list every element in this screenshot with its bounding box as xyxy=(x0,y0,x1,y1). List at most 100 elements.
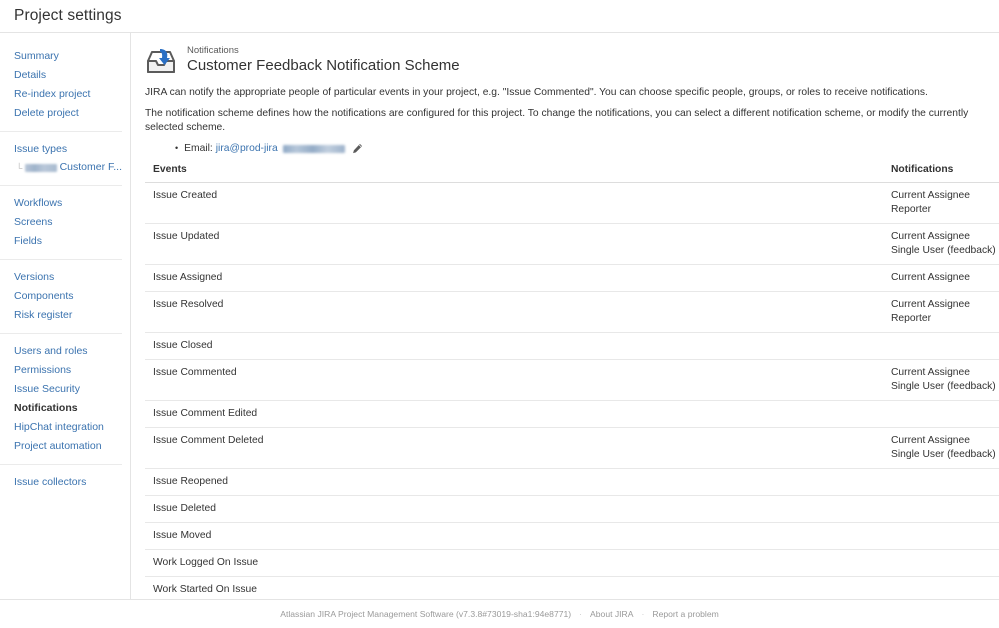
scheme-detail-list: Email: jira@prod-jira xyxy=(145,142,999,155)
scheme-description-1: JIRA can notify the appropriate people o… xyxy=(145,87,928,98)
event-name-cell: Issue Deleted xyxy=(145,495,883,523)
sidebar-group: Issue collectors xyxy=(0,473,122,500)
notification-recipients-cell xyxy=(883,400,999,428)
notification-recipient: Current Assignee xyxy=(891,435,970,446)
settings-sidebar: Summary Details Re-index project Delete pro… xyxy=(0,33,131,600)
table-row: Issue Assigned Current Assignee xyxy=(145,264,999,292)
sidebar-group: Workflows Screens Fields xyxy=(0,194,122,260)
notification-recipient: Single User (feedback) xyxy=(891,381,996,392)
notification-recipient: Reporter xyxy=(891,204,932,215)
event-name-cell: Issue Commented xyxy=(145,359,883,401)
scheme-heading-text: Notifications Customer Feedback Notifica… xyxy=(187,45,460,75)
sidebar-item-issue-collectors[interactable]: Issue collectors xyxy=(0,473,122,492)
notification-recipients-cell: Current Assignee Single User (feedback) xyxy=(883,359,999,401)
sidebar-item-workflows[interactable]: Workflows xyxy=(0,194,122,213)
sidebar-group: Users and roles Permissions Issue Security… xyxy=(0,342,122,465)
notification-recipient: Current Assignee xyxy=(891,367,970,378)
table-row: Issue Reopened xyxy=(145,468,999,496)
page-title: Project settings xyxy=(14,7,122,24)
scheme-kicker: Notifications xyxy=(187,45,239,56)
table-head: Events Notifications xyxy=(145,164,999,183)
event-name-cell: Issue Reopened xyxy=(145,468,883,496)
sidebar-item-permissions[interactable]: Permissions xyxy=(0,361,122,380)
column-header-notifications: Notifications xyxy=(883,164,999,183)
report-problem-link[interactable]: Report a problem xyxy=(652,609,718,619)
scheme-header: Notifications Customer Feedback Notifica… xyxy=(145,45,999,77)
notification-recipient: Current Assignee xyxy=(891,231,970,242)
sidebar-item-project-automation[interactable]: Project automation xyxy=(0,437,122,456)
redacted-issue-type-name xyxy=(25,163,57,172)
sidebar-item-components[interactable]: Components xyxy=(0,287,122,306)
main-content: Notifications Customer Feedback Notifica… xyxy=(131,33,999,628)
notification-recipient: Single User (feedback) xyxy=(891,449,996,460)
table-row: Issue Comment Deleted Current Assignee Sin… xyxy=(145,427,999,469)
notification-events-table: Events Notifications Issue Created Curren… xyxy=(145,164,999,628)
notification-recipient: Current Assignee xyxy=(891,272,970,283)
sidebar-groups: Summary Details Re-index project Delete pro… xyxy=(0,47,130,500)
event-name-cell: Issue Updated xyxy=(145,223,883,265)
sidebar-item-risk-register[interactable]: Risk register xyxy=(0,306,122,325)
sidebar-subitem-label: Customer F... xyxy=(59,161,122,173)
event-name-cell: Issue Created xyxy=(145,182,883,224)
table-row: Issue Created Current Assignee Reporter xyxy=(145,182,999,224)
notification-recipients-cell xyxy=(883,495,999,523)
table-row: Issue Updated Current Assignee Single User… xyxy=(145,223,999,265)
sidebar-item-issue-types[interactable]: Issue types xyxy=(0,140,122,159)
notification-recipients-cell xyxy=(883,522,999,550)
sidebar-item-delete-project[interactable]: Delete project xyxy=(0,104,122,123)
notification-recipients-cell: Current Assignee Single User (feedback) xyxy=(883,223,999,265)
table-body: Issue Created Current Assignee Reporter Iss… xyxy=(145,182,999,628)
sidebar-item-users-and-roles[interactable]: Users and roles xyxy=(0,342,122,361)
notification-recipient: Single User (feedback) xyxy=(891,245,996,256)
email-value[interactable]: jira@prod-jira xyxy=(216,142,278,155)
redacted-email-domain xyxy=(282,144,345,153)
sidebar-item-details[interactable]: Details xyxy=(0,66,122,85)
sidebar-item-versions[interactable]: Versions xyxy=(0,268,122,287)
sidebar-item-summary[interactable]: Summary xyxy=(0,47,122,66)
event-name-cell: Issue Moved xyxy=(145,522,883,550)
sidebar-item-re-index-project[interactable]: Re-index project xyxy=(0,85,122,104)
event-name-cell: Issue Comment Deleted xyxy=(145,427,883,469)
about-jira-link[interactable]: About JIRA xyxy=(590,609,633,619)
notification-recipients-cell xyxy=(883,468,999,496)
pencil-icon[interactable] xyxy=(352,143,363,154)
column-header-events: Events xyxy=(145,164,883,183)
sidebar-item-fields[interactable]: Fields xyxy=(0,232,122,251)
page-footer: Atlassian JIRA Project Management Softwa… xyxy=(0,599,999,628)
table-row: Issue Comment Edited xyxy=(145,400,999,428)
tree-branch-icon: └ xyxy=(16,162,23,173)
event-name-cell: Work Logged On Issue xyxy=(145,549,883,577)
notification-recipient: Reporter xyxy=(891,313,932,324)
scheme-title: Customer Feedback Notification Scheme xyxy=(187,57,460,74)
table-row: Work Logged On Issue xyxy=(145,549,999,577)
scheme-description-2: The notification scheme defines how the … xyxy=(145,108,969,133)
notification-recipient: Current Assignee xyxy=(891,190,970,201)
sidebar-item-hipchat-integration[interactable]: HipChat integration xyxy=(0,418,122,437)
footer-product-version: Atlassian JIRA Project Management Softwa… xyxy=(280,609,572,619)
table-row: Issue Deleted xyxy=(145,495,999,523)
table-header-row: Events Notifications xyxy=(145,164,999,183)
notification-recipients-cell: Current Assignee Reporter xyxy=(883,291,999,333)
table-row: Issue Resolved Current Assignee Reporter xyxy=(145,291,999,333)
sidebar-group: Versions Components Risk register xyxy=(0,268,122,334)
project-settings-page: Project settings Summary Details Re-index … xyxy=(0,0,999,628)
notification-recipients-cell xyxy=(883,549,999,577)
event-name-cell: Issue Comment Edited xyxy=(145,400,883,428)
table-row: Issue Commented Current Assignee Single Us… xyxy=(145,359,999,401)
table-row: Issue Closed xyxy=(145,332,999,360)
sidebar-item-screens[interactable]: Screens xyxy=(0,213,122,232)
event-name-cell: Issue Resolved xyxy=(145,291,883,333)
event-name-cell: Issue Assigned xyxy=(145,264,883,292)
sidebar-subitem-issue-type[interactable]: └ Customer F... xyxy=(0,159,122,177)
notification-recipients-cell: Current Assignee Reporter xyxy=(883,182,999,224)
table-row: Issue Moved xyxy=(145,522,999,550)
email-detail-row: Email: jira@prod-jira xyxy=(175,142,999,155)
notification-recipients-cell xyxy=(883,332,999,360)
notification-recipients-cell: Current Assignee xyxy=(883,264,999,292)
email-label: Email: xyxy=(184,143,213,154)
sidebar-group: Issue types └ Customer F... xyxy=(0,140,122,186)
sidebar-item-issue-security[interactable]: Issue Security xyxy=(0,380,122,399)
sidebar-item-notifications[interactable]: Notifications xyxy=(0,399,122,418)
notification-recipient: Current Assignee xyxy=(891,299,970,310)
footer-separator-2: · xyxy=(641,609,645,619)
